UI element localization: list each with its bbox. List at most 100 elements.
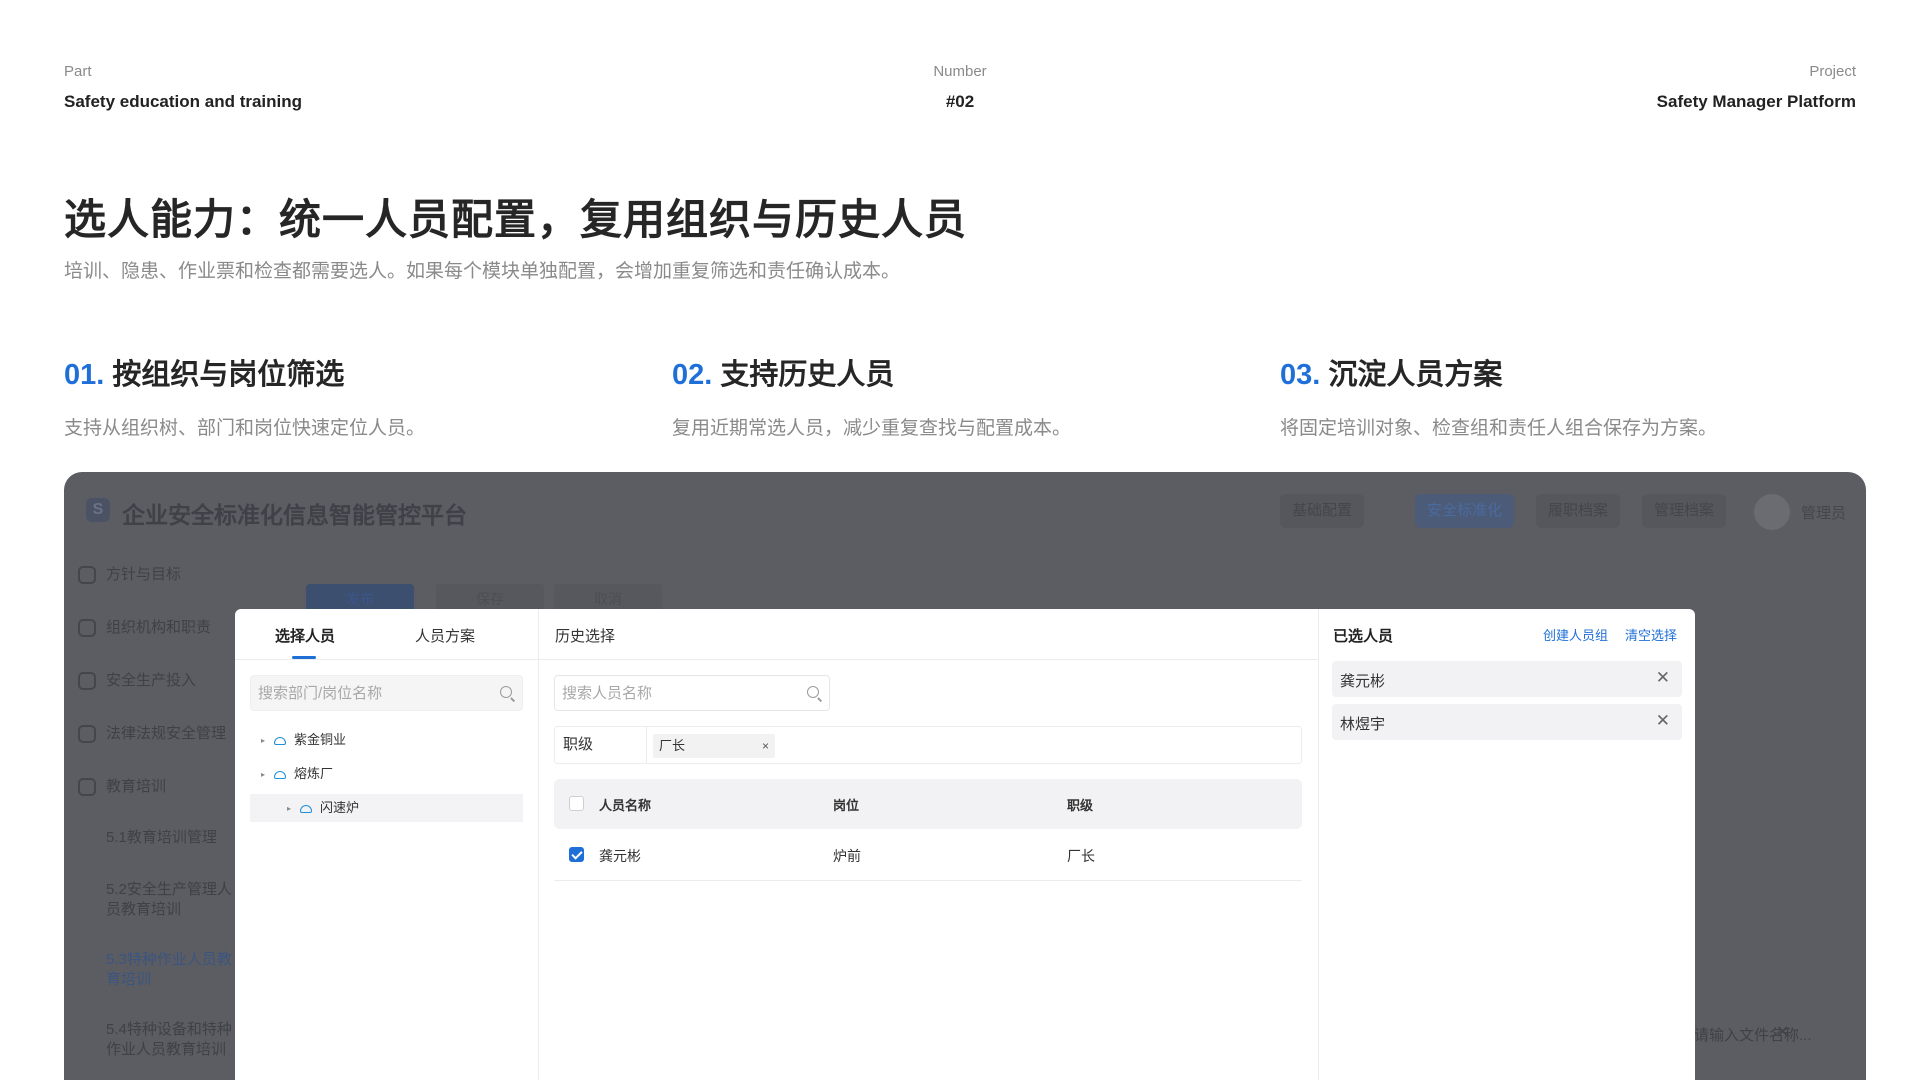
- project-label: Project: [1809, 63, 1856, 80]
- sidebar-item-investment[interactable]: 安全生产投入: [78, 670, 196, 692]
- feature-description: 将固定培训对象、检查组和责任人组合保存为方案。: [1280, 418, 1718, 439]
- page-title: 选人能力：统一人员配置，复用组织与历史人员: [64, 196, 968, 243]
- sidebar-item-label: 组织机构和职责: [106, 619, 212, 636]
- table-header: 人员名称 岗位 职级: [554, 779, 1302, 829]
- close-icon[interactable]: ✕: [1656, 668, 1670, 688]
- feature-3: 03. 沉淀人员方案 将固定培训对象、检查组和责任人组合保存为方案。: [1280, 355, 1840, 440]
- number-label: Number: [933, 63, 987, 80]
- feature-1: 01. 按组织与岗位筛选 支持从组织树、部门和岗位快速定位人员。: [64, 355, 624, 440]
- sidebar-item-label: 法律法规安全管理: [106, 725, 227, 742]
- sidebar-sub-special-equipment-training[interactable]: 5.4特种设备和特种作业人员教育培训: [106, 1020, 236, 1060]
- project-value: Safety Manager Platform: [1656, 92, 1856, 111]
- top-tab-basic-config[interactable]: 基础配置: [1279, 494, 1364, 528]
- organization-icon: [300, 804, 312, 813]
- selected-person-name: 龚元彬: [1340, 673, 1386, 690]
- project-meta: Project Safety Manager Platform: [1657, 62, 1856, 114]
- tabs-divider: [235, 659, 1318, 660]
- clear-selection-link[interactable]: 清空选择: [1625, 625, 1677, 644]
- close-icon[interactable]: ×: [762, 734, 769, 758]
- number-meta: Number #02: [0, 62, 1920, 114]
- target-icon: [78, 566, 96, 585]
- sidebar-item-label: 安全生产投入: [106, 672, 197, 689]
- row-checkbox[interactable]: [569, 847, 584, 862]
- feature-title: 01. 按组织与岗位筛选: [64, 355, 624, 395]
- active-tab-indicator: [292, 656, 316, 659]
- close-icon[interactable]: ✕: [1656, 711, 1670, 731]
- background-search-text[interactable]: 请输入文件名称...: [1694, 1024, 1812, 1045]
- person-search-input[interactable]: [555, 676, 829, 710]
- column-divider: [1318, 609, 1319, 1080]
- caret-right-icon[interactable]: ▸: [282, 795, 296, 823]
- search-icon[interactable]: [500, 686, 512, 698]
- feature-heading: 支持历史人员: [720, 359, 895, 391]
- person-search-box: [554, 675, 830, 711]
- number-value: #02: [945, 92, 975, 111]
- filter-chip-label: 厂长: [659, 738, 686, 753]
- top-tab-management-archive[interactable]: 管理档案: [1641, 494, 1726, 528]
- tree-node-label: 闪速炉: [320, 800, 360, 815]
- tab-person-plan[interactable]: 人员方案: [415, 625, 475, 646]
- organization-icon: [274, 736, 286, 745]
- feature-heading: 按组织与岗位筛选: [112, 359, 345, 391]
- caret-right-icon[interactable]: ▸: [256, 761, 270, 789]
- column-header-rank[interactable]: 职级: [1067, 795, 1093, 814]
- sidebar-item-organization[interactable]: 组织机构和职责: [78, 617, 211, 639]
- dept-search-input[interactable]: [251, 676, 522, 710]
- graduation-cap-icon: [78, 778, 96, 797]
- column-header-name[interactable]: 人员名称: [599, 795, 651, 814]
- column-divider: [538, 609, 539, 1080]
- sidebar-sub-education-management[interactable]: 5.1教育培训管理: [106, 828, 236, 848]
- column-header-post[interactable]: 岗位: [833, 795, 859, 814]
- tree-node-label: 熔炼厂: [294, 766, 334, 781]
- avatar[interactable]: [1754, 494, 1790, 530]
- cell-rank: 厂长: [1067, 848, 1095, 864]
- tree-node-smelter[interactable]: ▸ 熔炼厂: [250, 760, 523, 788]
- create-group-link[interactable]: 创建人员组: [1543, 625, 1608, 644]
- top-tab-safety-standard[interactable]: 安全标准化: [1414, 494, 1514, 528]
- filter-chip[interactable]: 厂长 ×: [653, 734, 775, 758]
- sidebar-item-policy[interactable]: 方针与目标: [78, 564, 181, 586]
- caret-right-icon[interactable]: ▸: [256, 727, 270, 755]
- app-logo-icon: S: [86, 498, 110, 522]
- top-tab-duty-archive[interactable]: 履职档案: [1535, 494, 1620, 528]
- feature-number: 01.: [64, 359, 105, 391]
- person-selector-modal: 选择人员 人员方案 历史选择 ▸ 紫金铜业 ▸ 熔炼厂 ▸ 闪速炉 职级 厂长 × 人…: [235, 609, 1695, 1080]
- search-icon[interactable]: [807, 686, 819, 698]
- tab-history[interactable]: 历史选择: [555, 625, 615, 646]
- feature-number: 02.: [672, 359, 713, 391]
- rank-filter: 职级 厂长 ×: [554, 726, 1302, 764]
- cell-post: 炉前: [833, 848, 861, 864]
- feature-title: 03. 沉淀人员方案: [1280, 355, 1840, 395]
- filter-label: 职级: [555, 727, 647, 763]
- selected-person-item: 龚元彬 ✕: [1332, 661, 1682, 697]
- feature-2: 02. 支持历史人员 复用近期常选人员，减少重复查找与配置成本。: [672, 355, 1232, 440]
- feature-description: 支持从组织树、部门和岗位快速定位人员。: [64, 418, 426, 439]
- tree-node-label: 紫金铜业: [294, 732, 347, 747]
- feature-heading: 沉淀人员方案: [1328, 359, 1503, 391]
- tab-select-person[interactable]: 选择人员: [275, 625, 335, 646]
- feature-title: 02. 支持历史人员: [672, 355, 1232, 395]
- select-all-checkbox[interactable]: [569, 796, 584, 811]
- sidebar-sub-management-training[interactable]: 5.2安全生产管理人员教育培训: [106, 880, 236, 920]
- feature-description: 复用近期常选人员，减少重复查找与配置成本。: [672, 418, 1072, 439]
- app-name: 企业安全标准化信息智能管控平台: [122, 502, 467, 528]
- user-icon: [78, 619, 96, 638]
- organization-icon: [274, 770, 286, 779]
- dept-search-box: [250, 675, 523, 711]
- table-row[interactable]: 龚元彬 炉前 厂长: [554, 829, 1302, 881]
- page-subtitle: 培训、隐患、作业票和检查都需要选人。如果每个模块单独配置，会增加重复筛选和责任确…: [64, 261, 901, 282]
- background-search-clear-icon[interactable]: ✕: [1776, 1022, 1789, 1042]
- sidebar-item-laws[interactable]: 法律法规安全管理: [78, 723, 226, 745]
- sidebar-sub-operation-training[interactable]: 5.3特种作业人员教育培训: [106, 950, 236, 990]
- sidebar-item-label: 教育培训: [106, 778, 167, 795]
- sidebar-item-education[interactable]: 教育培训: [78, 776, 166, 798]
- tree-node-zijin-copper[interactable]: ▸ 紫金铜业: [250, 726, 523, 754]
- tree-node-flash-furnace[interactable]: ▸ 闪速炉: [250, 794, 523, 822]
- admin-label[interactable]: 管理员: [1801, 502, 1846, 523]
- document-icon: [78, 725, 96, 744]
- cell-name: 龚元彬: [599, 848, 641, 864]
- chart-icon: [78, 672, 96, 691]
- selected-person-item: 林煜宇 ✕: [1332, 704, 1682, 740]
- feature-number: 03.: [1280, 359, 1321, 391]
- selected-title: 已选人员: [1333, 628, 1394, 645]
